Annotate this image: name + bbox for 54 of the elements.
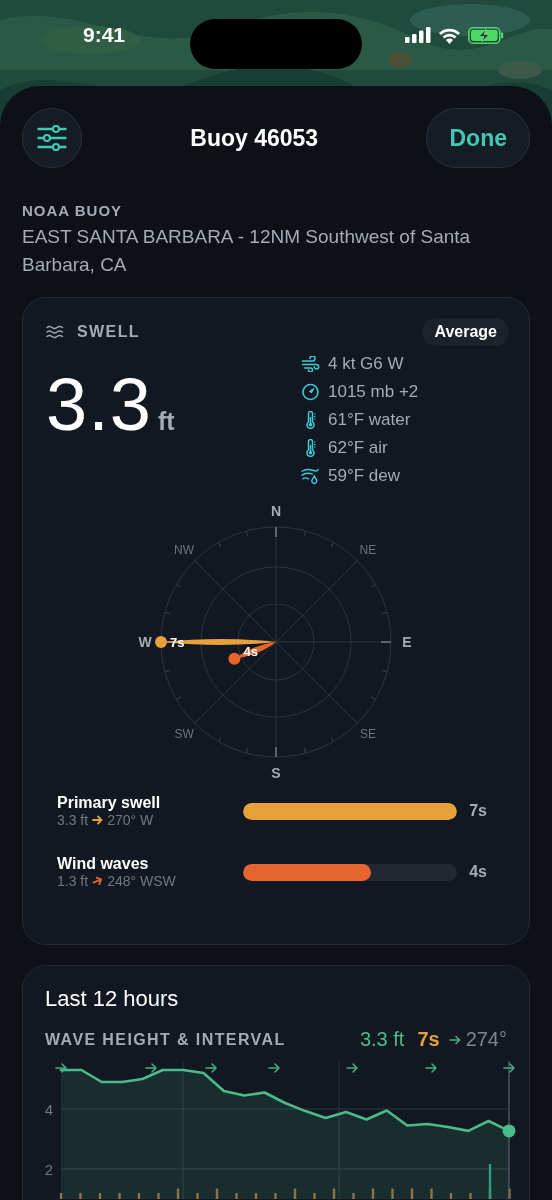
done-button[interactable]: Done xyxy=(426,108,530,168)
compass-direction-label: NW xyxy=(174,543,195,558)
component-period: 4s xyxy=(469,863,488,881)
compass-direction-label: E xyxy=(402,634,412,650)
direction-arrow-icon xyxy=(145,1063,157,1073)
condition-text: 1015 mb +2 xyxy=(328,382,419,402)
average-badge: Average xyxy=(422,318,509,346)
condition-text: 62°F air xyxy=(328,438,388,458)
sliders-icon xyxy=(37,125,67,151)
compass-direction-label: NE xyxy=(359,543,377,558)
compass-direction-label: W xyxy=(138,634,152,650)
current-height: 3.3 ft xyxy=(359,1028,405,1051)
condition-text: 61°F water xyxy=(328,410,411,430)
wind-drop-icon xyxy=(301,467,320,485)
sheet-title: Buoy 46053 xyxy=(190,124,319,152)
y-axis-label: 4 xyxy=(44,1101,53,1118)
waves-icon xyxy=(46,325,64,339)
condition-text: 4 kt G6 W xyxy=(328,354,404,374)
status-time: 9:41 xyxy=(82,23,126,47)
wave-height-value: 3.3 xyxy=(46,368,152,442)
wifi-icon xyxy=(438,26,461,44)
station-description: EAST SANTA BARBARA - 12NM Southwest of Santa Barbara, CA xyxy=(22,225,472,277)
card-title: Last 12 hours xyxy=(45,986,180,1012)
component-period: 7s xyxy=(469,802,488,820)
station-type: NOAA BUOY xyxy=(22,202,124,219)
compass-direction-label: SW xyxy=(174,726,194,741)
current-period: 7s xyxy=(417,1028,440,1051)
wave-height-unit: ft xyxy=(157,407,175,436)
compass-direction-label: SE xyxy=(359,726,376,741)
direction-arrow-icon xyxy=(503,1063,515,1073)
direction-arrow-icon xyxy=(55,1063,67,1073)
chart-title: WAVE HEIGHT & INTERVAL xyxy=(45,1030,286,1049)
direction-arrow-icon xyxy=(425,1063,437,1073)
component-height: 3.3 ft xyxy=(57,812,89,828)
signal-icon xyxy=(405,27,431,43)
direction-arrow-icon xyxy=(346,1063,358,1073)
direction-arrow-icon xyxy=(268,1063,280,1073)
component-direction: 270° W xyxy=(107,812,154,828)
component-direction: 248° WSW xyxy=(107,873,176,889)
compass-direction-label: N xyxy=(270,503,282,519)
direction-arrow-icon xyxy=(205,1063,217,1073)
compass-direction-label: S xyxy=(271,765,281,781)
direction-arrow-icon xyxy=(448,1034,461,1045)
battery-charging-icon xyxy=(468,26,504,44)
wind-icon xyxy=(301,356,320,372)
gauge-icon xyxy=(301,383,320,401)
section-label: SWELL xyxy=(77,323,140,341)
y-axis-label: 2 xyxy=(44,1161,53,1178)
current-point xyxy=(502,1124,516,1138)
component-name: Primary swell xyxy=(57,794,162,812)
component-name: Wind waves xyxy=(57,855,150,873)
current-direction: 274° xyxy=(465,1028,507,1051)
condition-text: 59°F dew xyxy=(328,466,400,486)
component-height: 1.3 ft xyxy=(57,873,89,889)
